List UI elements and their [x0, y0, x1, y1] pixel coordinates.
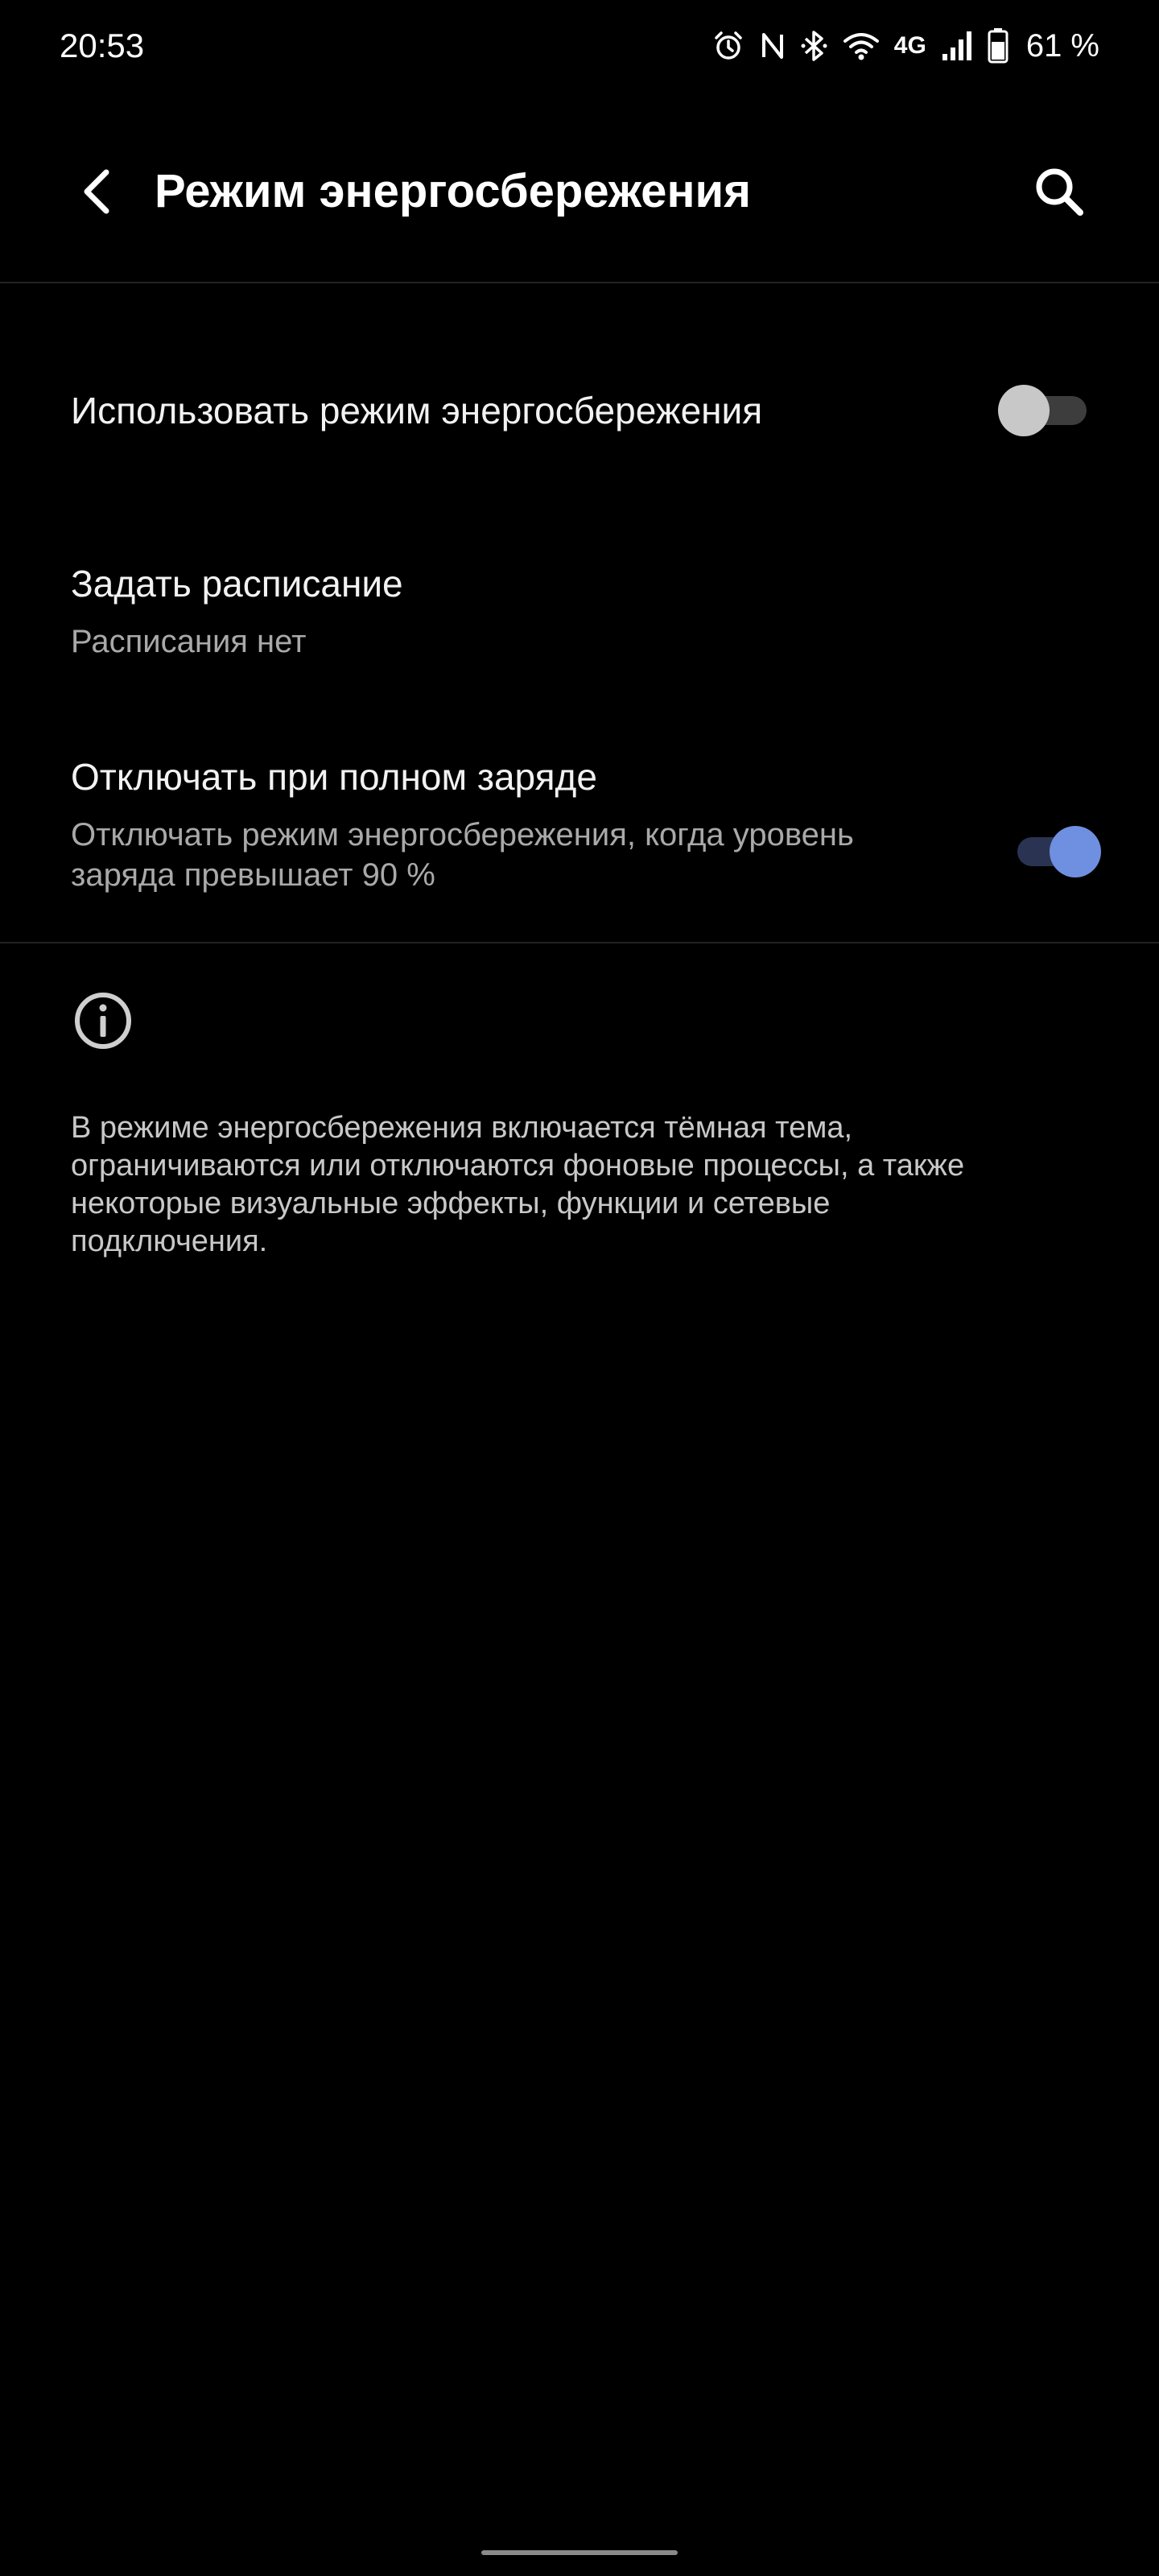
page-title: Режим энергосбережения [155, 165, 751, 217]
app-bar-divider [0, 282, 1159, 283]
search-icon [1036, 168, 1083, 216]
bluetooth-icon [801, 31, 827, 61]
switch-thumb [1050, 826, 1101, 877]
signal-icon [942, 31, 971, 60]
status-bar: 20:53 4G 61 % [0, 0, 1159, 97]
footer-description: В режиме энергосбережения включается тём… [71, 1111, 965, 1258]
status-time: 20:53 [60, 27, 145, 64]
info-icon [75, 993, 131, 1049]
app-bar: Режим энергосбережения [0, 97, 1159, 282]
alarm-icon [715, 31, 742, 60]
battery-saver-switch[interactable] [998, 385, 1087, 436]
turn-off-full-switch[interactable] [1009, 826, 1101, 877]
battery-icon [988, 28, 1008, 64]
pref-set-schedule[interactable]: Задать расписание Расписания нет [0, 531, 1159, 692]
status-icons: 4G 61 % [712, 24, 1099, 68]
gesture-navigation-handle[interactable] [481, 2550, 678, 2555]
back-arrow-icon [84, 169, 109, 214]
pref-title: Использовать режим энергосбережения [71, 390, 763, 431]
pref-use-battery-saver[interactable]: Использовать режим энергосбережения [0, 346, 1159, 475]
wifi-icon [843, 33, 879, 60]
pref-turn-off-when-full[interactable]: Отключать при полном заряде Отключать ре… [0, 724, 1159, 934]
pref-summary: Расписания нет [71, 624, 307, 659]
pref-title: Отключать при полном заряде [71, 756, 597, 798]
section-divider [0, 942, 1159, 943]
search-button[interactable] [1027, 159, 1091, 224]
switch-thumb [998, 385, 1050, 436]
back-button[interactable] [64, 159, 129, 224]
pref-title: Задать расписание [71, 563, 403, 605]
nfc-icon [761, 33, 783, 59]
pref-summary: Отключать режим энергосбережения, когда … [71, 817, 854, 893]
battery-percent: 61 % [1025, 28, 1099, 64]
network-type: 4G [893, 32, 926, 59]
